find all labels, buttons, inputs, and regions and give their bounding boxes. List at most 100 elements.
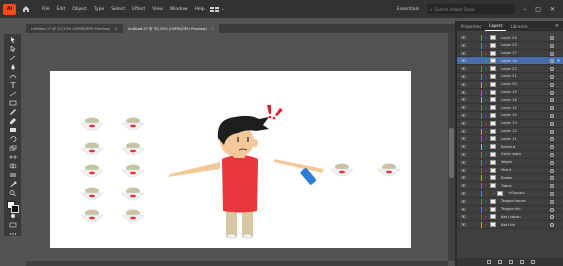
rotate-tool-icon[interactable] [8,136,17,142]
width-tool-icon[interactable] [8,154,17,160]
scale-tool-icon[interactable] [8,145,17,151]
layer-target-icon[interactable] [550,51,554,56]
layer-name[interactable]: Garis mata [501,152,521,156]
expand-chevron-icon[interactable]: › [485,121,487,127]
layer-name[interactable]: Kaki kanan [501,215,521,219]
layer-name[interactable]: Layer 18 [501,98,517,102]
panel-menu-icon[interactable]: ≡ [555,23,559,29]
layer-row[interactable]: › Layer 11 [457,135,563,144]
visibility-eye-icon[interactable] [461,36,466,39]
menu-object[interactable]: Object [72,7,87,12]
layer-target-icon[interactable] [550,199,554,204]
visibility-eye-icon[interactable] [461,199,466,203]
visibility-eye-icon[interactable] [461,168,466,172]
layer-row[interactable]: › Layer 14 [457,112,563,120]
layer-name[interactable]: Layer 21 [501,74,517,78]
visibility-eye-icon[interactable] [461,207,466,211]
expand-chevron-icon[interactable]: › [485,183,487,189]
layer-row[interactable]: › Tubuh [457,182,563,190]
visibility-eye-icon[interactable] [461,106,466,110]
visibility-eye-icon[interactable] [461,223,466,227]
layer-name[interactable]: Layer 11 [501,137,517,141]
menu-effect[interactable]: Effect [132,7,145,12]
layer-name[interactable]: Layer 15 [501,106,517,110]
layer-name[interactable]: <Group> [508,191,525,195]
layer-target-icon[interactable] [550,43,554,48]
layer-target-icon[interactable] [550,207,554,212]
eyedropper-tool-icon[interactable] [8,181,17,187]
panel-tab-layers[interactable]: Layers [485,21,507,31]
layer-name[interactable]: Badan [501,176,512,180]
layer-target-icon[interactable] [550,113,554,118]
expand-chevron-icon[interactable]: › [485,207,487,213]
layer-target-icon[interactable] [550,176,554,181]
minimize-icon[interactable]: – [523,6,526,13]
layer-target-icon[interactable] [550,74,554,79]
expand-chevron-icon[interactable]: › [485,175,487,181]
layer-row[interactable]: › Layer 17 [457,50,563,58]
layer-row[interactable]: › Tangan kanan [457,198,563,206]
document-tab[interactable]: Untitled-1* @ 33,33% (CMYK/GPU Preview) × [26,24,123,33]
visibility-eye-icon[interactable] [461,51,466,55]
expand-chevron-icon[interactable]: › [485,199,487,205]
layer-name[interactable]: Tangan kiri [501,207,521,211]
draw-mode-icon[interactable] [8,213,17,219]
layer-name[interactable]: Layer 13 [501,121,517,125]
horizontal-scrollbar[interactable] [26,261,448,266]
layer-target-icon[interactable] [550,121,554,126]
layer-row[interactable]: › <Group> [457,190,563,198]
visibility-eye-icon[interactable] [461,59,466,63]
layer-name[interactable]: Rambut [501,145,515,149]
layer-target-icon[interactable] [550,98,554,103]
artboard[interactable] [50,71,411,248]
trash-icon[interactable] [531,260,535,264]
shape-builder-tool-icon[interactable] [8,163,17,169]
expand-chevron-icon[interactable]: › [485,168,487,174]
paintbrush-tool-icon[interactable] [8,109,17,115]
layer-row[interactable]: › Layer 16 [457,57,563,66]
layer-row[interactable]: › Garis mata [457,151,563,159]
layer-name[interactable]: Layer 20 [501,82,517,86]
expand-chevron-icon[interactable]: › [485,222,487,228]
layer-row[interactable]: › Kaki kiri [457,221,563,229]
layer-name[interactable]: Layer 23 [501,43,517,47]
pencil-tool-icon[interactable] [8,118,17,124]
expand-chevron-icon[interactable]: › [485,144,487,150]
layer-row[interactable]: › Layer 19 [457,89,563,97]
direct-selection-tool-icon[interactable] [8,46,17,52]
scroll-thumb[interactable] [449,128,454,178]
visibility-eye-icon[interactable] [461,176,466,180]
collect-export-icon[interactable] [487,260,491,264]
layer-row[interactable]: › Layer 23 [457,42,563,50]
visibility-eye-icon[interactable] [461,74,466,78]
visibility-eye-icon[interactable] [461,145,466,149]
document-tab[interactable]: Untitled-2* @ 33,33% (CMYK/GPU Preview) × [122,24,220,33]
layer-target-icon[interactable] [550,36,554,40]
visibility-eye-icon[interactable] [461,121,466,125]
close-tab-icon[interactable]: × [211,26,214,31]
layer-target-icon[interactable] [550,152,554,157]
menu-help[interactable]: Help [195,7,205,12]
layer-name[interactable]: Layer 12 [501,129,517,133]
layer-name[interactable]: Layer 22 [501,67,517,71]
layer-target-icon[interactable] [550,184,554,189]
visibility-eye-icon[interactable] [461,90,466,94]
new-sublayer-icon[interactable] [509,260,513,264]
layer-name[interactable]: Tangan kanan [501,199,526,203]
layer-name[interactable]: Layer 24 [501,36,517,40]
layer-name[interactable]: Tubuh [501,184,512,188]
line-tool-icon[interactable] [8,91,17,97]
panel-tab-properties[interactable]: Properties [457,21,485,31]
menu-edit[interactable]: Edit [57,7,66,12]
layer-row[interactable]: › Layer 21 [457,73,563,81]
expand-chevron-icon[interactable]: › [485,43,487,49]
layer-name[interactable]: Layer 16 [501,59,517,63]
make-clipping-mask-icon[interactable] [498,260,502,264]
gradient-tool-icon[interactable] [8,172,17,178]
expand-chevron-icon[interactable]: › [485,66,487,72]
rectangle-tool-icon[interactable] [8,100,17,106]
layer-name[interactable]: Mulut [501,168,511,172]
home-icon[interactable] [21,4,31,14]
layer-target-icon[interactable] [550,160,554,165]
layer-row[interactable]: › Badan [457,174,563,183]
